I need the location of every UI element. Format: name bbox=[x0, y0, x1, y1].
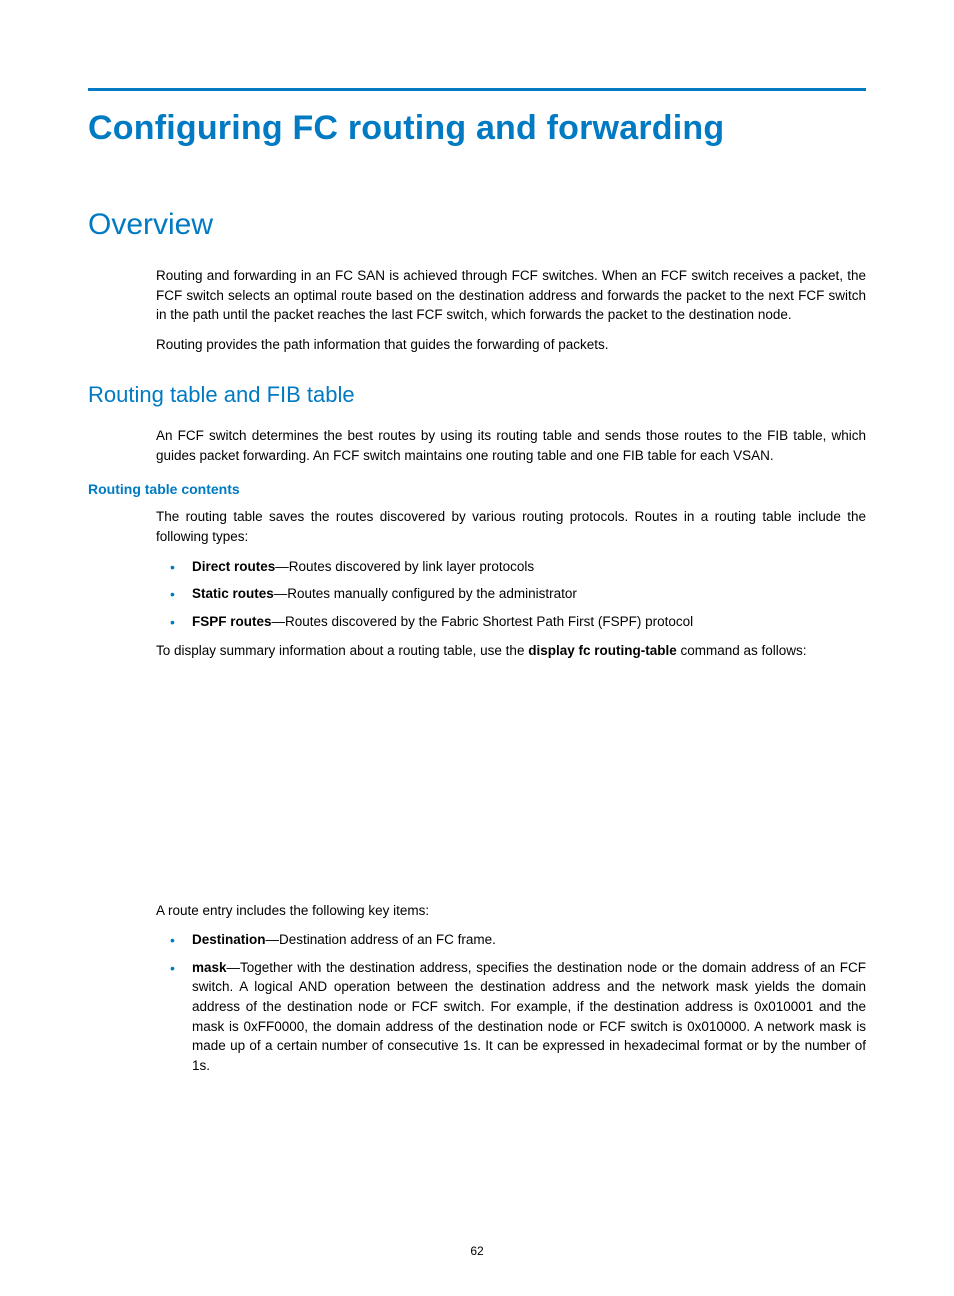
bullet-text: —Together with the destination address, … bbox=[192, 960, 866, 1073]
list-item: Direct routes—Routes discovered by link … bbox=[156, 557, 866, 577]
text-segment: To display summary information about a r… bbox=[156, 643, 528, 658]
text-segment: command as follows: bbox=[677, 643, 807, 658]
bullet-text: —Destination address of an FC frame. bbox=[266, 932, 496, 947]
command-name: display fc routing-table bbox=[528, 643, 677, 658]
routing-contents-p1: The routing table saves the routes disco… bbox=[156, 507, 866, 546]
routing-contents-body: The routing table saves the routes disco… bbox=[156, 507, 866, 660]
bullet-label: mask bbox=[192, 960, 227, 975]
top-rule bbox=[88, 88, 866, 91]
list-item: FSPF routes—Routes discovered by the Fab… bbox=[156, 612, 866, 632]
bullet-label: FSPF routes bbox=[192, 614, 272, 629]
list-item: Destination—Destination address of an FC… bbox=[156, 930, 866, 950]
route-entry-p1: A route entry includes the following key… bbox=[156, 901, 866, 921]
overview-p2: Routing provides the path information th… bbox=[156, 335, 866, 355]
example-placeholder bbox=[88, 671, 866, 901]
list-item: Static routes—Routes manually configured… bbox=[156, 584, 866, 604]
page-title: Configuring FC routing and forwarding bbox=[88, 109, 866, 148]
routing-fib-p1: An FCF switch determines the best routes… bbox=[156, 426, 866, 465]
bullet-label: Destination bbox=[192, 932, 266, 947]
route-entry-body: A route entry includes the following key… bbox=[156, 901, 866, 1076]
routing-fib-body: An FCF switch determines the best routes… bbox=[156, 426, 866, 465]
bullet-label: Static routes bbox=[192, 586, 274, 601]
routing-contents-p2: To display summary information about a r… bbox=[156, 641, 866, 661]
route-entry-list: Destination—Destination address of an FC… bbox=[156, 930, 866, 1075]
bullet-text: —Routes discovered by the Fabric Shortes… bbox=[272, 614, 694, 629]
bullet-text: —Routes manually configured by the admin… bbox=[274, 586, 577, 601]
routing-contents-heading: Routing table contents bbox=[88, 481, 866, 497]
routing-fib-heading: Routing table and FIB table bbox=[88, 382, 866, 408]
overview-body: Routing and forwarding in an FC SAN is a… bbox=[156, 266, 866, 354]
page-content: Configuring FC routing and forwarding Ov… bbox=[0, 0, 954, 1125]
list-item: mask—Together with the destination addre… bbox=[156, 958, 866, 1075]
overview-p1: Routing and forwarding in an FC SAN is a… bbox=[156, 266, 866, 325]
page-number: 62 bbox=[0, 1244, 954, 1258]
bullet-text: —Routes discovered by link layer protoco… bbox=[275, 559, 534, 574]
route-type-list: Direct routes—Routes discovered by link … bbox=[156, 557, 866, 632]
overview-heading: Overview bbox=[88, 208, 866, 242]
bullet-label: Direct routes bbox=[192, 559, 275, 574]
